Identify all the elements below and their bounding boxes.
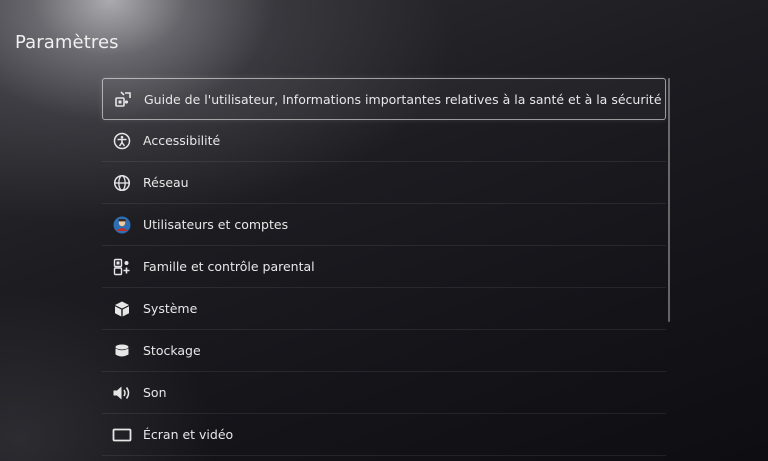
settings-item-screen-video[interactable]: Écran et vidéo (102, 414, 666, 456)
settings-item-system[interactable]: Système (102, 288, 666, 330)
storage-icon (112, 341, 132, 361)
settings-list: Guide de l'utilisateur, Informations imp… (102, 78, 666, 456)
settings-item-label: Guide de l'utilisateur, Informations imp… (144, 91, 665, 107)
family-icon (112, 257, 132, 277)
settings-item-label: Accessibilité (143, 133, 221, 148)
settings-item-label: Écran et vidéo (143, 427, 234, 442)
system-cube-icon (112, 299, 132, 319)
settings-item-label: Stockage (143, 343, 201, 358)
settings-item-user-guide[interactable]: Guide de l'utilisateur, Informations imp… (102, 78, 666, 120)
scrollbar[interactable] (668, 78, 670, 322)
user-guide-icon (113, 89, 133, 109)
settings-item-sound[interactable]: Son (102, 372, 666, 414)
settings-item-label: Système (143, 301, 198, 316)
settings-item-accessibility[interactable]: Accessibilité (102, 120, 666, 162)
globe-icon (112, 173, 132, 193)
settings-item-label: Réseau (143, 175, 189, 190)
settings-item-users-accounts[interactable]: Utilisateurs et comptes (102, 204, 666, 246)
user-avatar-icon (112, 215, 132, 235)
settings-item-label: Famille et contrôle parental (143, 259, 315, 274)
accessibility-icon (112, 131, 132, 151)
page-title: Paramètres (15, 32, 119, 53)
settings-item-network[interactable]: Réseau (102, 162, 666, 204)
screen-icon (112, 425, 132, 445)
speaker-icon (112, 383, 132, 403)
settings-item-label: Son (143, 385, 167, 400)
settings-item-family-parental[interactable]: Famille et contrôle parental (102, 246, 666, 288)
settings-item-label: Utilisateurs et comptes (143, 217, 289, 232)
settings-item-storage[interactable]: Stockage (102, 330, 666, 372)
